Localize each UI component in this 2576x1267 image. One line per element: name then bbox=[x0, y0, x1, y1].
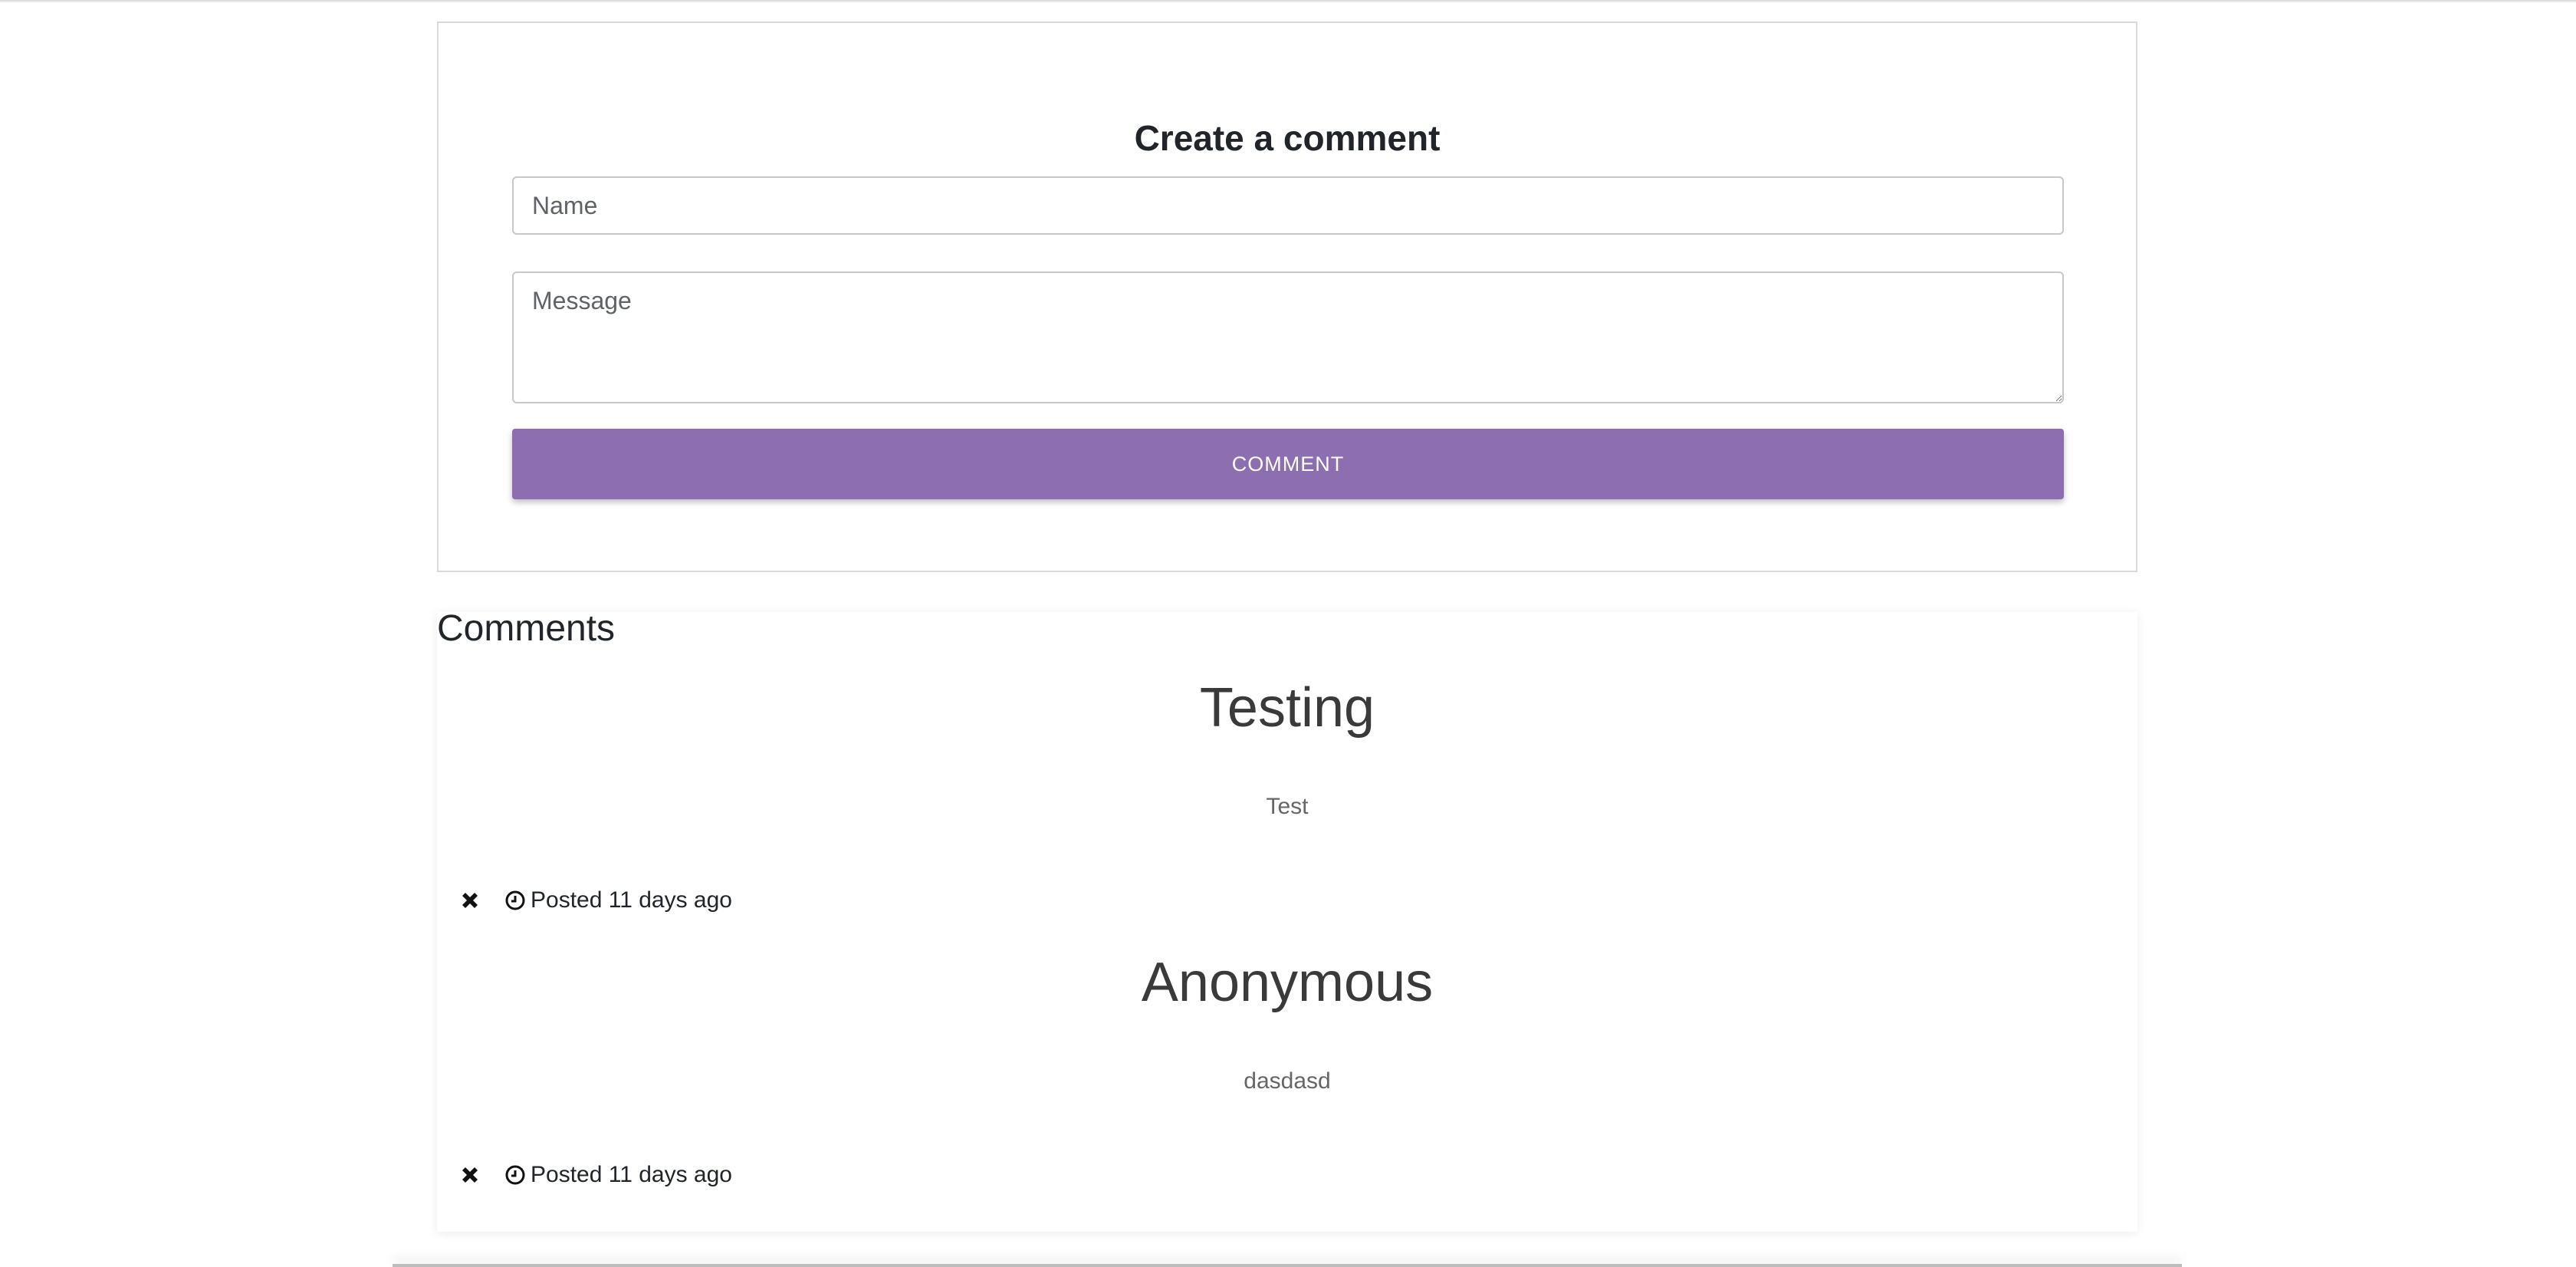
bottom-edge bbox=[393, 1264, 2182, 1267]
comments-heading: Comments bbox=[437, 608, 616, 649]
comments-list: Testing Test Posted 11 days ago Anonymou… bbox=[437, 612, 2137, 1232]
name-input[interactable] bbox=[512, 176, 2064, 235]
comment-message: Test bbox=[1266, 794, 1309, 819]
top-divider bbox=[0, 0, 2576, 3]
comment-message: dasdasd bbox=[1244, 1068, 1331, 1094]
comment-item: Anonymous dasdasd Posted 11 days ago bbox=[437, 887, 2137, 1187]
close-icon[interactable] bbox=[458, 1163, 481, 1186]
posted-time: Posted 11 days ago bbox=[531, 1162, 732, 1187]
comment-button[interactable]: COMMENT bbox=[512, 429, 2064, 499]
form-title: Create a comment bbox=[1134, 118, 1441, 158]
comment-form: Create a comment COMMENT bbox=[437, 21, 2137, 572]
clock-icon bbox=[504, 1164, 526, 1186]
comment-item: Testing Test Posted 11 days ago bbox=[437, 612, 2137, 913]
comment-author: Testing bbox=[1199, 677, 1375, 739]
comment-author: Anonymous bbox=[1141, 952, 1434, 1013]
comment-footer: Posted 11 days ago bbox=[458, 1160, 732, 1190]
message-textarea[interactable] bbox=[512, 272, 2064, 403]
